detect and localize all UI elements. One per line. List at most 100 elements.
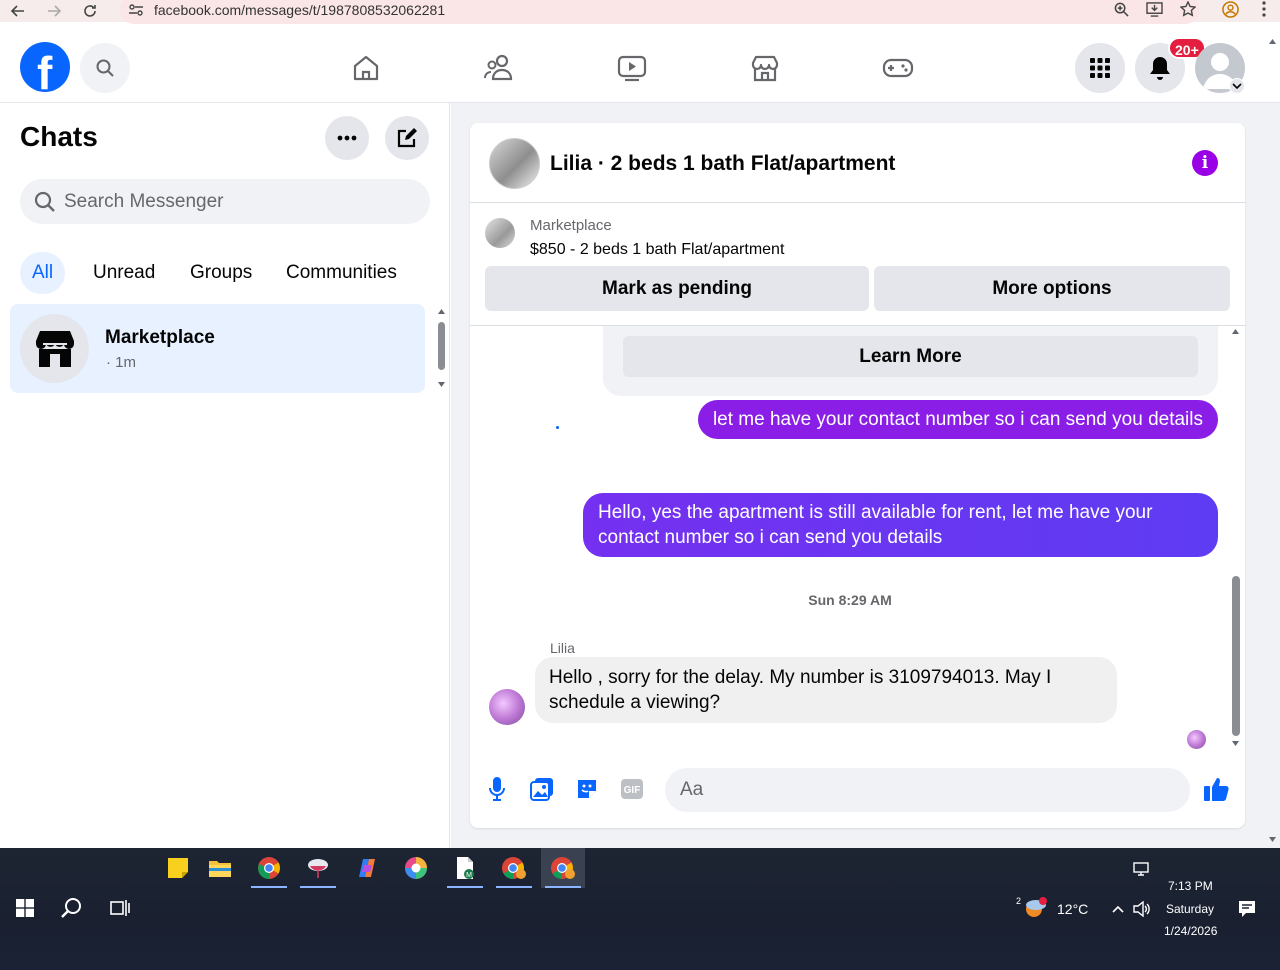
- more-options-button[interactable]: More options: [874, 266, 1230, 311]
- bell-icon: [1150, 57, 1170, 80]
- clock-date[interactable]: 1/24/2026: [1164, 924, 1217, 938]
- message-input-box[interactable]: [665, 768, 1190, 812]
- menu-button[interactable]: [1075, 43, 1125, 93]
- scroll-up-arrow-icon: [438, 309, 445, 314]
- chrome-active-app[interactable]: [541, 848, 585, 888]
- weather-temperature[interactable]: 12°C: [1057, 901, 1088, 917]
- task-view-button[interactable]: [98, 888, 142, 928]
- outgoing-message[interactable]: let me have your contact number so i can…: [697, 400, 1218, 439]
- chrome-profile-app[interactable]: [492, 848, 536, 888]
- gaming-tab[interactable]: [880, 50, 916, 86]
- chat-list-scrollbar[interactable]: [437, 308, 445, 388]
- gif-icon: GIF: [621, 779, 643, 799]
- sticky-notes-app[interactable]: [156, 848, 200, 888]
- copilot-app[interactable]: [345, 848, 389, 888]
- install-app-icon[interactable]: [1138, 1, 1171, 21]
- voice-clip-button[interactable]: [483, 775, 511, 803]
- home-tab[interactable]: [348, 50, 384, 86]
- chrome-icon: [258, 857, 280, 879]
- facebook-logo-icon[interactable]: f: [20, 42, 70, 99]
- back-button[interactable]: [0, 0, 36, 22]
- taskbar-search-button[interactable]: [50, 888, 94, 928]
- friends-tab[interactable]: [481, 50, 517, 86]
- color-wheel-icon: [405, 857, 427, 879]
- url-text: facebook.com/messages/t/1987808532062281: [154, 2, 446, 18]
- learn-more-button[interactable]: Learn More: [623, 336, 1198, 377]
- like-button[interactable]: [1203, 775, 1231, 803]
- conversation-panel: Lilia · 2 beds 1 bath Flat/apartment i M…: [470, 123, 1245, 828]
- info-icon[interactable]: i: [1192, 150, 1218, 176]
- sticker-button[interactable]: [573, 775, 601, 803]
- account-chevron[interactable]: [1229, 78, 1245, 94]
- conversation-avatar[interactable]: [489, 138, 540, 189]
- listing-title[interactable]: $850 - 2 beds 1 bath Flat/apartment: [530, 241, 784, 259]
- weather-icon[interactable]: [1024, 897, 1048, 919]
- typing-dot: [556, 426, 559, 429]
- video-icon: [617, 55, 647, 82]
- filter-tab-all[interactable]: All: [20, 252, 66, 294]
- message-scrollbar[interactable]: [1230, 326, 1242, 756]
- chrome-app[interactable]: [247, 848, 291, 888]
- chat-list-item[interactable]: Marketplace · 1m: [10, 304, 425, 393]
- filter-tab-groups[interactable]: Groups: [178, 252, 264, 294]
- outgoing-message[interactable]: Hello, yes the apartment is still availa…: [583, 493, 1218, 557]
- sticky-notes-icon: [168, 858, 188, 878]
- browser-toolbar: facebook.com/messages/t/1987808532062281: [0, 0, 1280, 24]
- search-messenger-box[interactable]: [20, 179, 430, 224]
- chats-options-button[interactable]: [325, 116, 369, 160]
- video-tab[interactable]: [614, 50, 650, 86]
- network-desktop-icon[interactable]: [1133, 862, 1151, 876]
- start-button[interactable]: [3, 888, 47, 928]
- chat-avatar: [20, 314, 89, 383]
- chat-name: Marketplace: [105, 327, 215, 348]
- new-message-button[interactable]: [385, 116, 429, 160]
- marketplace-tab[interactable]: [747, 50, 783, 86]
- compose-icon: [397, 128, 417, 148]
- filter-tab-unread[interactable]: Unread: [81, 252, 167, 294]
- conversation-title[interactable]: Lilia · 2 beds 1 bath Flat/apartment: [550, 152, 895, 176]
- scroll-down-arrow-icon: [438, 382, 445, 387]
- filter-tab-communities[interactable]: Communities: [274, 252, 409, 294]
- kebab-menu-icon[interactable]: [1247, 1, 1280, 21]
- colorful-app[interactable]: [394, 848, 438, 888]
- sender-name: Lilia: [550, 640, 575, 656]
- arrow-left-icon: [10, 5, 24, 17]
- sender-avatar[interactable]: [489, 689, 525, 725]
- document-app[interactable]: M: [443, 848, 487, 888]
- address-bar[interactable]: facebook.com/messages/t/1987808532062281: [120, 0, 1200, 24]
- clock-day[interactable]: Saturday: [1166, 902, 1214, 916]
- conversation-header: Lilia · 2 beds 1 bath Flat/apartment i: [470, 123, 1245, 203]
- forward-button[interactable]: [36, 0, 72, 22]
- reload-button[interactable]: [72, 0, 108, 22]
- task-view-icon: [110, 900, 130, 916]
- chrome-profile-icon: [551, 857, 575, 879]
- search-button[interactable]: [80, 43, 130, 93]
- chat-time: · 1m: [106, 354, 136, 371]
- page-scroll-up-icon[interactable]: [1268, 38, 1277, 46]
- notification-center-icon[interactable]: [1238, 900, 1256, 918]
- mark-as-pending-button[interactable]: Mark as pending: [485, 266, 869, 311]
- arrow-right-icon: [48, 5, 62, 17]
- search-icon: [34, 191, 55, 212]
- clock-time[interactable]: 7:13 PM: [1168, 879, 1213, 893]
- file-explorer-app[interactable]: [198, 848, 242, 888]
- folder-icon: [209, 861, 231, 877]
- message-list: Learn More let me have your contact numb…: [470, 326, 1245, 758]
- search-icon: [61, 898, 81, 918]
- search-icon: [96, 59, 114, 77]
- chevron-up-icon[interactable]: [1112, 905, 1124, 913]
- listing-thumbnail[interactable]: [485, 218, 515, 248]
- chats-sidebar: Chats All Unread Groups Communities Mark…: [0, 103, 450, 848]
- volume-icon[interactable]: [1133, 901, 1151, 917]
- profile-icon[interactable]: [1214, 0, 1247, 22]
- bookmark-star-icon[interactable]: [1171, 0, 1204, 21]
- page-scroll-down-icon[interactable]: [1268, 835, 1277, 843]
- zoom-icon[interactable]: [1105, 2, 1138, 21]
- gif-button[interactable]: GIF: [618, 775, 646, 803]
- app-with-kite-icon[interactable]: [296, 848, 340, 888]
- attach-media-button[interactable]: [528, 775, 556, 803]
- incoming-message[interactable]: Hello , sorry for the delay. My number i…: [535, 657, 1117, 723]
- search-messenger-input[interactable]: [64, 190, 404, 213]
- message-input[interactable]: [680, 779, 1130, 801]
- microphone-icon: [489, 777, 505, 801]
